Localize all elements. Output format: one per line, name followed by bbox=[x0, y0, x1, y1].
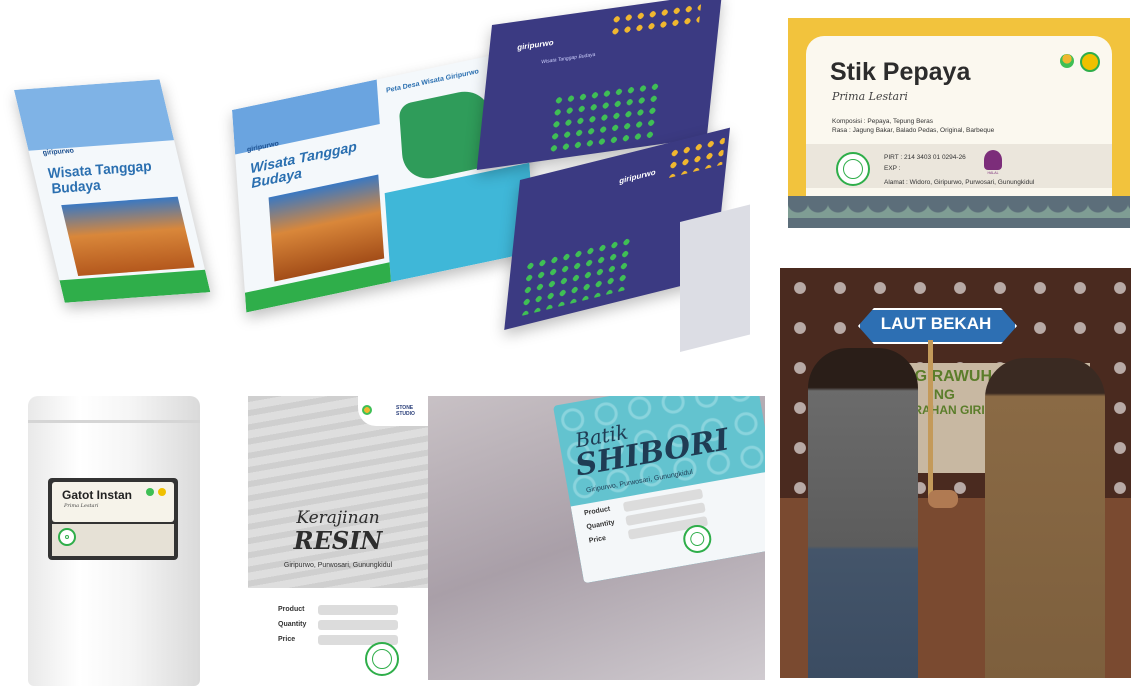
pouch-brand: Prima Lestari bbox=[64, 503, 99, 509]
label-halal-text: HALAL bbox=[987, 171, 999, 175]
folder-pocket-logo: giripurwo bbox=[618, 167, 657, 186]
label-product-name: Stik Pepaya bbox=[830, 58, 971, 86]
brochure-sky bbox=[14, 79, 175, 151]
resin-field-quantity: Quantity bbox=[278, 621, 307, 628]
folder-pocket-yellow-leaves bbox=[666, 134, 726, 179]
sign-text: LAUT BEKAH bbox=[880, 314, 992, 333]
label-flavors: Rasa : Jagung Bakar, Balado Pedas, Origi… bbox=[832, 127, 995, 134]
handshake-photo: GENG RAWUH ING KALURAHAN GIRIPURWO LAUT … bbox=[780, 268, 1131, 678]
resin-field-price: Price bbox=[278, 636, 296, 643]
person-left bbox=[808, 348, 918, 678]
folder-logo: giripurwo bbox=[516, 37, 555, 53]
resin-location: Giripurwo, Purwosari, Gunungkidul bbox=[283, 562, 393, 569]
folder-pocket-green-leaves bbox=[519, 234, 636, 317]
resin-leaf-logo-icon bbox=[362, 405, 372, 415]
label-address: Alamat : Widoro, Giripurwo, Purwosari, G… bbox=[884, 179, 1035, 186]
shibori-tag: Batik SHIBORI Giripurwo, Purwosari, Gunu… bbox=[553, 396, 765, 584]
resin-title-line1: Kerajinan bbox=[296, 508, 380, 528]
brochure-title: Wisata Tanggap Budaya bbox=[45, 157, 154, 197]
hand-shake-icon bbox=[928, 490, 958, 508]
stik-pepaya-label: Stik Pepaya Prima Lestari Komposisi : Pe… bbox=[788, 18, 1130, 228]
pouch-leaf-logo-icon bbox=[146, 488, 154, 496]
folder-yellow-leaves bbox=[608, 1, 702, 39]
resin-quantity-line bbox=[318, 620, 398, 630]
brochure-closed: giripurwo Wisata Tanggap Budaya bbox=[14, 79, 211, 303]
partner-logo-icon bbox=[1080, 52, 1100, 72]
label-composition: Komposisi : Pepaya, Tepung Beras bbox=[832, 118, 934, 125]
folder-subtitle: Wisata Tanggap Budaya bbox=[540, 51, 596, 66]
brochure-open-pavilion bbox=[268, 174, 385, 282]
brochure-logo: giripurwo bbox=[42, 147, 75, 157]
leaf-logo-icon bbox=[1060, 54, 1074, 68]
resin-studio-name: STONE STUDIO bbox=[396, 405, 415, 417]
label-brand: Prima Lestari bbox=[832, 90, 908, 103]
label-pirt: PIRT : 214 3403 01 0294-26 bbox=[884, 154, 966, 161]
folder-green-leaves bbox=[547, 79, 664, 156]
resin-stamp-icon bbox=[365, 642, 399, 676]
label-waves bbox=[788, 196, 1130, 228]
resin-product-line bbox=[318, 605, 398, 615]
resin-field-product: Product bbox=[278, 606, 305, 613]
pouch-zip bbox=[28, 420, 200, 423]
resin-title-line2: RESIN bbox=[293, 526, 383, 555]
resin-card: STONE STUDIO Kerajinan RESIN Giripurwo, … bbox=[248, 396, 428, 691]
label-exp: EXP : bbox=[884, 165, 901, 172]
pouch-partner-logo-icon bbox=[158, 488, 166, 496]
person-right bbox=[985, 358, 1105, 678]
folder-pocket-paper bbox=[680, 204, 750, 352]
brochure-pavilion-image bbox=[61, 196, 195, 276]
photo-banner-line2: ING bbox=[930, 386, 955, 402]
pouch-product-name: Gatot Instan bbox=[62, 488, 133, 502]
pouch-stamp-icon bbox=[58, 528, 76, 546]
stamp-icon bbox=[836, 152, 870, 186]
shibori-photo: Batik SHIBORI Giripurwo, Purwosari, Gunu… bbox=[428, 396, 765, 680]
gatot-instan-pouch: Gatot Instan Prima Lestari bbox=[28, 396, 200, 686]
halal-icon bbox=[984, 150, 1002, 170]
